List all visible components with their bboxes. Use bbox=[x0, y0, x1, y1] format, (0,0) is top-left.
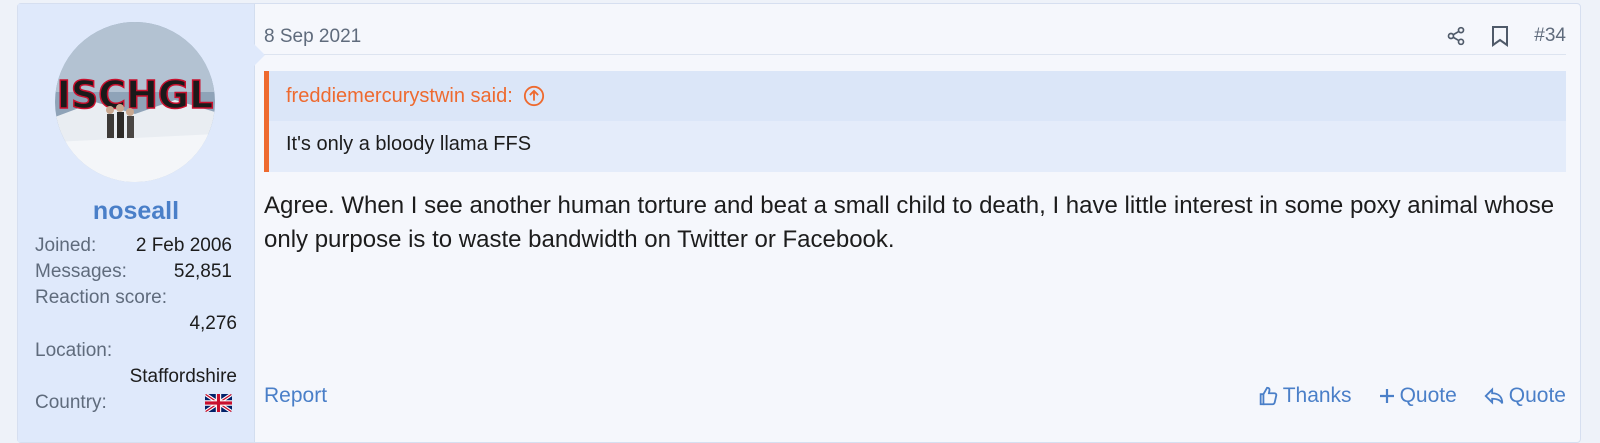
quote-label: Quote bbox=[1508, 384, 1566, 407]
quote-text: It's only a bloody llama FFS bbox=[286, 133, 532, 155]
plus-icon bbox=[1379, 389, 1394, 403]
thanks-label: Thanks bbox=[1282, 384, 1352, 407]
bookmark-icon[interactable] bbox=[1488, 24, 1512, 48]
post-number[interactable]: #34 bbox=[1534, 25, 1566, 47]
reply-icon bbox=[1484, 387, 1503, 405]
joined-row: Joined: 2 Feb 2006 bbox=[35, 235, 232, 257]
multi-quote-button[interactable]: Quote bbox=[1378, 384, 1457, 408]
quote-block: freddiemercurystwin said: It's only a bl… bbox=[264, 71, 1566, 172]
country-row: Country: bbox=[35, 392, 232, 414]
multi-quote-label: Quote bbox=[1399, 384, 1457, 407]
message-body: Agree. When I see another human torture … bbox=[264, 192, 1555, 253]
post-header-actions: #34 bbox=[1424, 24, 1566, 48]
quote-author[interactable]: freddiemercurystwin said: bbox=[269, 71, 1566, 121]
header-divider bbox=[264, 54, 1566, 55]
thanks-button[interactable]: Thanks bbox=[1257, 384, 1352, 408]
joined-label: Joined: bbox=[35, 235, 97, 256]
quote-button[interactable]: Quote bbox=[1483, 384, 1566, 408]
messages-row: Messages: 52,851 bbox=[35, 261, 232, 283]
messages-value: 52,851 bbox=[173, 261, 232, 282]
country-label: Country: bbox=[35, 392, 107, 413]
avatar[interactable]: ISCHGL bbox=[55, 22, 215, 182]
location-label: Location: bbox=[35, 340, 113, 361]
reaction-row: Reaction score: bbox=[35, 287, 232, 309]
arrow-up-circle-icon[interactable] bbox=[523, 85, 545, 107]
thumbs-up-icon bbox=[1259, 386, 1277, 406]
user-cell: ISCHGL noseall Joined: 2 Feb 2006 Messag… bbox=[18, 4, 255, 442]
uk-flag-icon bbox=[205, 394, 232, 412]
quote-author-label: freddiemercurystwin said: bbox=[286, 84, 513, 107]
avatar-logo-text: ISCHGL bbox=[57, 73, 214, 117]
location-row: Location: bbox=[35, 340, 232, 362]
username[interactable]: noseall bbox=[18, 197, 254, 226]
post-main: 8 Sep 2021 #34 freddiemercurystwin said: bbox=[264, 4, 1580, 442]
reaction-label: Reaction score: bbox=[35, 287, 168, 308]
post-date[interactable]: 8 Sep 2021 bbox=[264, 26, 361, 48]
share-icon[interactable] bbox=[1444, 24, 1468, 48]
post-actions: Thanks Quote Quote bbox=[1231, 384, 1566, 408]
messages-label: Messages: bbox=[35, 261, 127, 282]
location-value: Staffordshire bbox=[129, 366, 237, 387]
reaction-value: 4,276 bbox=[189, 313, 237, 334]
post: ISCHGL noseall Joined: 2 Feb 2006 Messag… bbox=[17, 3, 1581, 443]
report-link[interactable]: Report bbox=[264, 384, 327, 408]
joined-value: 2 Feb 2006 bbox=[135, 235, 232, 256]
